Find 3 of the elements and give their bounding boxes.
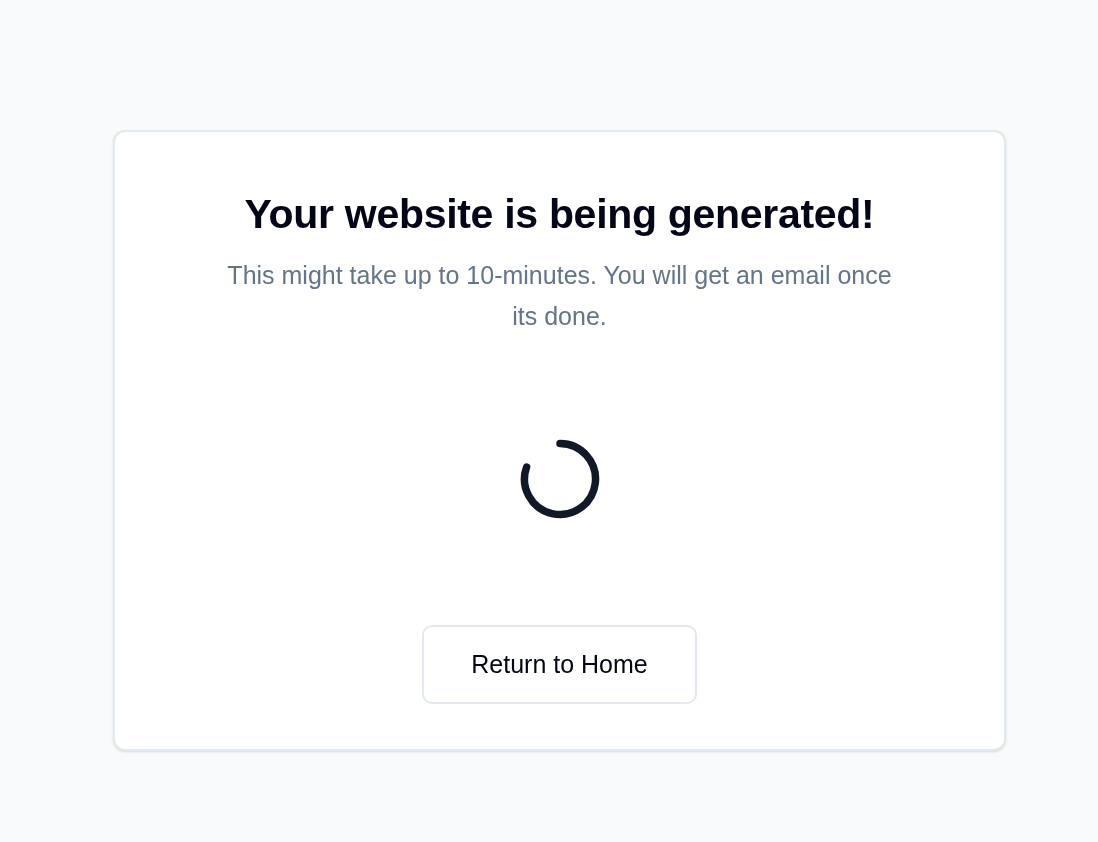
card-title: Your website is being generated!: [244, 190, 875, 238]
card-message: This might take up to 10-minutes. You will get an email once its done.: [226, 260, 893, 332]
return-home-button[interactable]: Return to Home: [422, 625, 697, 704]
